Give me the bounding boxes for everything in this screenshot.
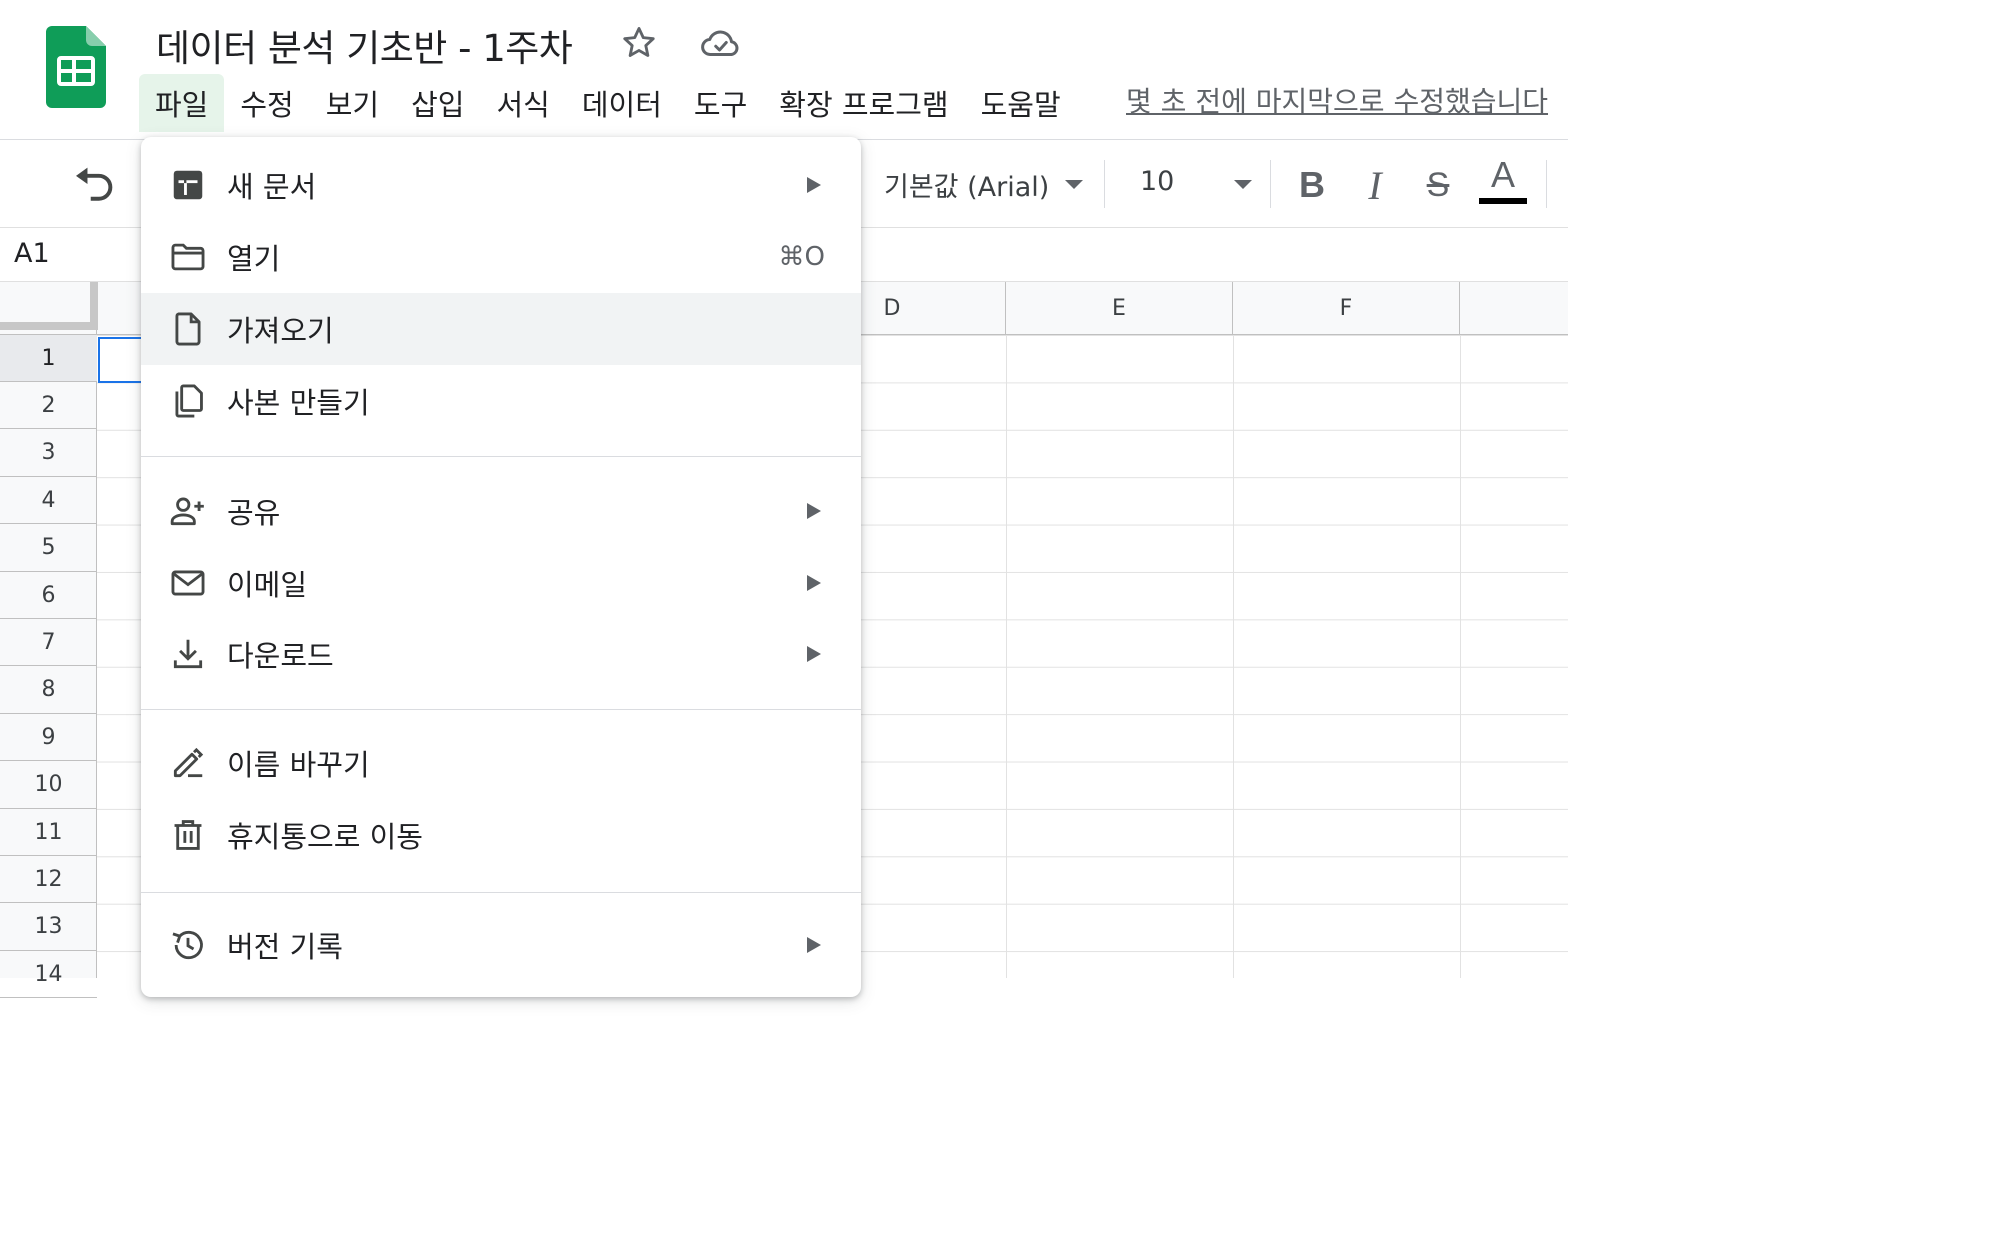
menu-extensions[interactable]: 확장 프로그램 bbox=[763, 74, 964, 132]
menu-format[interactable]: 서식 bbox=[481, 74, 566, 132]
trash-icon bbox=[174, 820, 202, 850]
row-header[interactable]: 1 bbox=[0, 335, 97, 382]
toolbar-divider bbox=[1270, 160, 1271, 208]
menu-item-label: 공유 bbox=[227, 496, 281, 530]
menu-file[interactable]: 파일 bbox=[139, 74, 225, 132]
menu-insert[interactable]: 삽입 bbox=[395, 74, 480, 132]
menu-bar: 파일 수정 보기 삽입 서식 데이터 도구 확장 프로그램 도움말 bbox=[139, 74, 1077, 132]
sheets-logo-icon[interactable] bbox=[46, 26, 106, 108]
document-title[interactable]: 데이터 분석 기초반 - 1주차 bbox=[156, 18, 573, 72]
bold-button[interactable]: B bbox=[1287, 160, 1337, 210]
last-edit-link[interactable]: 몇 초 전에 마지막으로 수정했습니다 bbox=[1126, 80, 1548, 120]
menu-item-make-copy[interactable]: 사본 만들기 bbox=[141, 365, 861, 437]
row-header[interactable]: 9 bbox=[0, 714, 97, 762]
menu-item-import[interactable]: 가져오기 bbox=[141, 293, 861, 365]
column-header-f[interactable]: F bbox=[1233, 282, 1460, 335]
row-header[interactable]: 5 bbox=[0, 525, 97, 572]
menu-divider bbox=[141, 456, 861, 457]
submenu-arrow-icon bbox=[807, 646, 821, 662]
row-header[interactable]: 14 bbox=[0, 951, 97, 999]
menu-item-label: 다운로드 bbox=[227, 639, 334, 673]
row-header[interactable]: 6 bbox=[0, 572, 97, 619]
italic-button[interactable]: I bbox=[1350, 160, 1400, 210]
row-header[interactable]: 7 bbox=[0, 619, 97, 667]
column-header-e[interactable]: E bbox=[1006, 282, 1233, 335]
menu-view[interactable]: 보기 bbox=[310, 74, 395, 132]
menu-item-version-history[interactable]: 버전 기록 bbox=[141, 909, 861, 981]
menu-item-label: 휴지통으로 이동 bbox=[227, 820, 423, 854]
row-header[interactable]: 8 bbox=[0, 667, 97, 714]
undo-icon[interactable] bbox=[72, 166, 116, 202]
submenu-arrow-icon bbox=[807, 575, 821, 591]
menu-item-email[interactable]: 이메일 bbox=[141, 547, 861, 619]
menu-item-new[interactable]: 새 문서 bbox=[141, 149, 861, 221]
menu-help[interactable]: 도움말 bbox=[965, 74, 1077, 132]
row-header[interactable]: 13 bbox=[0, 904, 97, 951]
row-header[interactable]: 11 bbox=[0, 809, 97, 856]
text-color-swatch bbox=[1479, 198, 1527, 204]
text-color-button[interactable]: A bbox=[1478, 154, 1528, 204]
text-color-letter: A bbox=[1490, 154, 1515, 195]
folder-icon bbox=[171, 243, 205, 271]
row-headers: 1 2 3 4 5 6 7 8 9 10 11 12 13 14 bbox=[0, 335, 97, 999]
menu-item-label: 가져오기 bbox=[227, 314, 334, 348]
submenu-arrow-icon bbox=[807, 503, 821, 519]
mail-icon bbox=[171, 570, 205, 596]
row-header[interactable]: 2 bbox=[0, 382, 97, 430]
submenu-arrow-icon bbox=[807, 177, 821, 193]
chevron-down-icon[interactable] bbox=[1234, 180, 1252, 189]
column-divider bbox=[1006, 282, 1007, 978]
strikethrough-button[interactable]: S bbox=[1413, 160, 1463, 210]
menu-item-share[interactable]: 공유 bbox=[141, 475, 861, 547]
column-divider bbox=[1233, 282, 1234, 978]
toolbar-divider bbox=[1546, 160, 1547, 208]
menu-item-move-to-trash[interactable]: 휴지통으로 이동 bbox=[141, 799, 861, 871]
row-header[interactable]: 10 bbox=[0, 762, 97, 809]
menu-item-label: 열기 bbox=[227, 242, 281, 276]
menu-item-label: 이름 바꾸기 bbox=[227, 748, 370, 782]
rename-icon bbox=[173, 747, 204, 778]
cloud-saved-icon[interactable] bbox=[700, 26, 742, 62]
row-header[interactable]: 3 bbox=[0, 430, 97, 477]
menu-edit[interactable]: 수정 bbox=[224, 74, 309, 132]
freeze-handle-horizontal[interactable] bbox=[0, 322, 98, 330]
menu-divider bbox=[141, 892, 861, 893]
menu-item-open[interactable]: 열기 ⌘O bbox=[141, 221, 861, 293]
keyboard-shortcut: ⌘O bbox=[778, 242, 825, 272]
file-icon bbox=[175, 312, 201, 346]
menu-item-label: 사본 만들기 bbox=[227, 386, 370, 420]
menu-item-rename[interactable]: 이름 바꾸기 bbox=[141, 727, 861, 799]
menu-divider bbox=[141, 709, 861, 710]
menu-item-label: 버전 기록 bbox=[227, 930, 343, 964]
download-icon bbox=[173, 639, 203, 669]
menu-item-download[interactable]: 다운로드 bbox=[141, 618, 861, 690]
person-add-icon bbox=[170, 497, 204, 526]
menu-item-label: 이메일 bbox=[227, 568, 308, 602]
chevron-down-icon[interactable] bbox=[1065, 180, 1083, 189]
name-box[interactable]: A1 bbox=[14, 238, 50, 269]
copy-icon bbox=[175, 384, 203, 418]
menu-item-label: 새 문서 bbox=[227, 170, 317, 204]
column-divider bbox=[1460, 282, 1461, 978]
file-menu-dropdown: 새 문서 열기 ⌘O 가져오기 사본 만들기 공유 이메일 다운로드 이름 바꾸… bbox=[141, 137, 861, 997]
row-header[interactable]: 12 bbox=[0, 856, 97, 904]
menu-tools[interactable]: 도구 bbox=[678, 74, 763, 132]
font-family-select[interactable]: 기본값 (Arial) bbox=[884, 164, 1049, 204]
history-icon bbox=[172, 930, 203, 960]
row-header[interactable]: 4 bbox=[0, 477, 97, 525]
star-icon[interactable] bbox=[620, 24, 658, 62]
font-size-select[interactable]: 10 bbox=[1140, 166, 1174, 197]
toolbar-divider bbox=[1104, 160, 1105, 208]
new-sheet-icon bbox=[173, 170, 203, 200]
menu-data[interactable]: 데이터 bbox=[566, 74, 678, 132]
submenu-arrow-icon bbox=[807, 937, 821, 953]
